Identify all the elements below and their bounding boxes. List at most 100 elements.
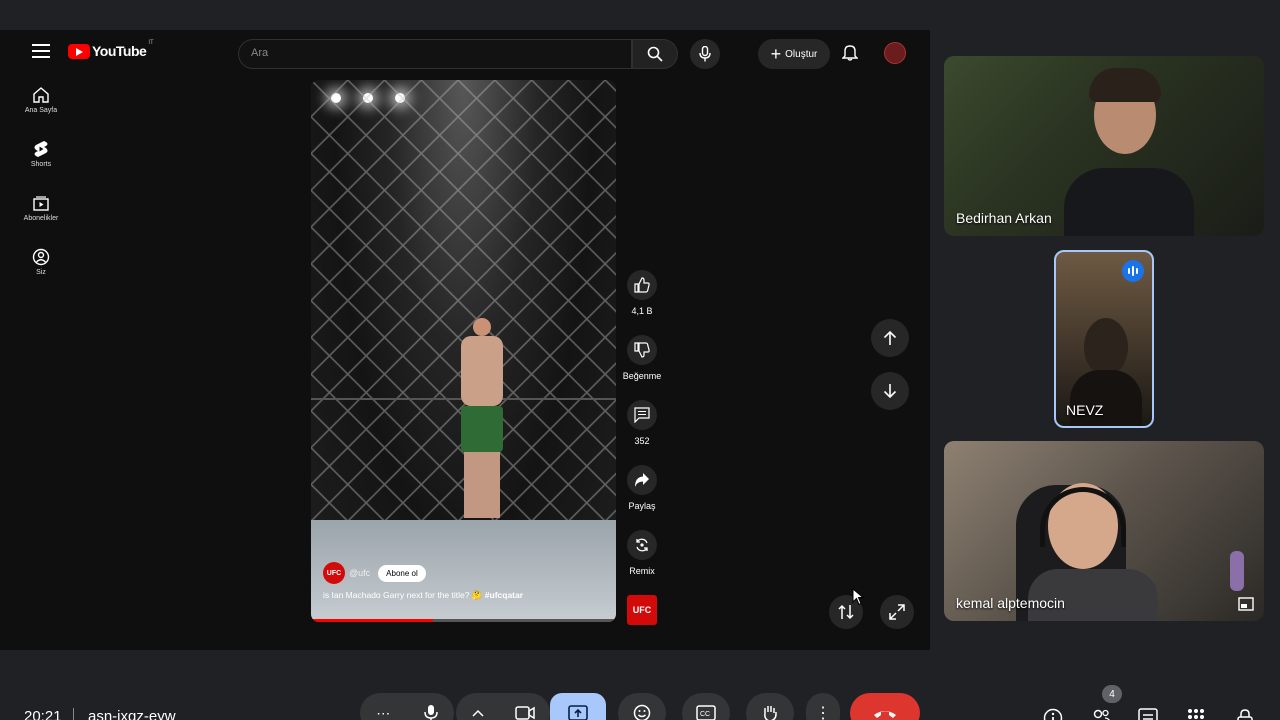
sidebar-item-shorts[interactable]: Shorts (12, 140, 70, 194)
speaking-indicator-icon (1122, 260, 1144, 282)
thumbs-down-icon (634, 342, 650, 358)
participant-name: NEVZ (1066, 402, 1104, 418)
more-options-button[interactable]: ⋮ (806, 693, 840, 720)
remix-button[interactable] (627, 530, 657, 560)
sidebar-item-subscriptions[interactable]: Abonelikler (12, 194, 70, 248)
hand-icon (764, 706, 777, 720)
participant-body-image (1070, 370, 1142, 426)
microphone-icon[interactable] (424, 704, 438, 720)
remix-icon (636, 538, 648, 552)
end-call-icon (874, 711, 896, 718)
microphone-icon (699, 46, 711, 62)
sidebar-item-you[interactable]: Siz (12, 248, 70, 302)
share-button[interactable] (627, 465, 657, 495)
more-vertical-icon: ⋮ (815, 705, 831, 720)
participant-name: kemal alptemocin (956, 595, 1065, 611)
comments-button[interactable] (627, 400, 657, 430)
arrow-down-icon (883, 384, 897, 399)
sidebar-item-label: Ana Sayfa (24, 107, 58, 114)
picture-in-picture-icon[interactable] (1238, 597, 1254, 611)
arrow-up-icon (883, 330, 897, 345)
channel-row: UFC @ufc Abone ol (323, 562, 426, 584)
participant-tile[interactable]: Bedirhan Arkan (944, 56, 1264, 236)
notifications-bell-icon[interactable] (842, 43, 858, 61)
search-input[interactable]: Ara (238, 39, 632, 69)
subscribe-button[interactable]: Abone ol (378, 564, 426, 582)
youtube-play-icon (68, 43, 90, 59)
dislike-button[interactable] (627, 335, 657, 365)
search-icon (647, 46, 663, 62)
account-avatar[interactable] (884, 42, 906, 64)
meeting-time: 20:21 (24, 708, 62, 720)
dislike-label: Beğenme (622, 371, 662, 381)
participant-video-image (1084, 318, 1128, 376)
shared-screen: YouTube IT Ara + Oluştur Ana Sayfa Short… (0, 30, 930, 650)
channel-thumbnail[interactable]: UFC (627, 595, 657, 625)
sidebar-item-home[interactable]: Ana Sayfa (12, 86, 70, 140)
participant-name: Bedirhan Arkan (956, 210, 1052, 226)
youtube-logo-text: YouTube (92, 43, 147, 59)
meeting-details-icon[interactable] (1043, 708, 1063, 720)
menu-icon[interactable] (32, 44, 50, 60)
mouse-cursor-icon (852, 588, 864, 606)
chat-icon[interactable] (1138, 708, 1158, 720)
search-button[interactable] (632, 39, 678, 69)
create-label: Oluştur (785, 48, 818, 60)
fullscreen-button[interactable] (880, 595, 914, 629)
meeting-code: asn-ixqz-eyw (88, 708, 176, 720)
participant-body-image (1064, 168, 1194, 236)
remix-label: Remix (629, 566, 655, 576)
participant-hair-image (1089, 68, 1161, 102)
channel-handle[interactable]: @ufc (349, 568, 370, 578)
reactions-button[interactable] (618, 693, 666, 720)
sidebar-item-label: Abonelikler (23, 215, 59, 222)
fighter-image (461, 318, 509, 528)
youtube-logo[interactable]: YouTube IT (68, 40, 154, 59)
captions-button[interactable]: CC (682, 693, 730, 720)
create-button[interactable]: + Oluştur (758, 39, 830, 69)
meeting-control-bar: 20:21 asn-ixqz-eyw ⋯ CC ⋮ (0, 688, 1280, 720)
caption-text: is Ian Machado Garry next for the title?… (323, 590, 483, 600)
like-count: 4,1 B (631, 306, 653, 316)
voice-search-button[interactable] (690, 39, 720, 69)
audio-options-icon[interactable]: ⋯ (376, 705, 391, 720)
video-control-group (456, 693, 550, 720)
microphone-stand-image (1230, 551, 1244, 591)
activities-grid-icon[interactable] (1187, 708, 1205, 720)
youtube-country-code: IT (148, 40, 154, 46)
audio-control-group: ⋯ (360, 693, 454, 720)
participant-tile[interactable]: kemal alptemocin (944, 441, 1264, 621)
leave-call-button[interactable] (850, 693, 920, 720)
share-label: Paylaş (628, 501, 656, 511)
next-short-button[interactable] (871, 372, 909, 410)
camera-icon[interactable] (514, 706, 535, 720)
host-controls-lock-icon[interactable] (1236, 708, 1254, 720)
youtube-header: YouTube IT Ara + Oluştur (0, 30, 930, 76)
video-caption: is Ian Machado Garry next for the title?… (323, 590, 523, 601)
sidebar-item-label: Siz (36, 269, 46, 276)
share-arrow-icon (635, 473, 649, 487)
video-progress-fill (311, 619, 433, 622)
video-progress-bar[interactable] (311, 619, 616, 622)
expand-icon (889, 604, 905, 620)
people-icon[interactable] (1090, 708, 1112, 720)
sidebar-item-label: Shorts (30, 161, 52, 168)
present-screen-button[interactable] (550, 693, 606, 720)
previous-short-button[interactable] (871, 319, 909, 357)
raise-hand-button[interactable] (746, 693, 794, 720)
chevron-up-icon[interactable] (471, 709, 484, 717)
channel-avatar[interactable]: UFC (323, 562, 345, 584)
home-icon (33, 87, 49, 103)
shorts-icon (34, 141, 48, 157)
closed-captions-icon: CC (696, 705, 716, 720)
shorts-video-player[interactable]: UFC @ufc Abone ol is Ian Machado Garry n… (311, 80, 616, 622)
participant-tile-active-speaker[interactable]: NEVZ (1054, 250, 1154, 428)
subscriptions-icon (33, 196, 49, 211)
divider (73, 708, 74, 720)
caption-hashtag[interactable]: #ufcqatar (485, 590, 523, 600)
shorts-action-bar: 4,1 B Beğenme 352 Paylaş Remix UFC (622, 270, 662, 625)
comment-icon (634, 407, 650, 423)
like-button[interactable] (627, 270, 657, 300)
participant-count-badge: 4 (1102, 685, 1122, 703)
present-screen-icon (568, 705, 588, 720)
